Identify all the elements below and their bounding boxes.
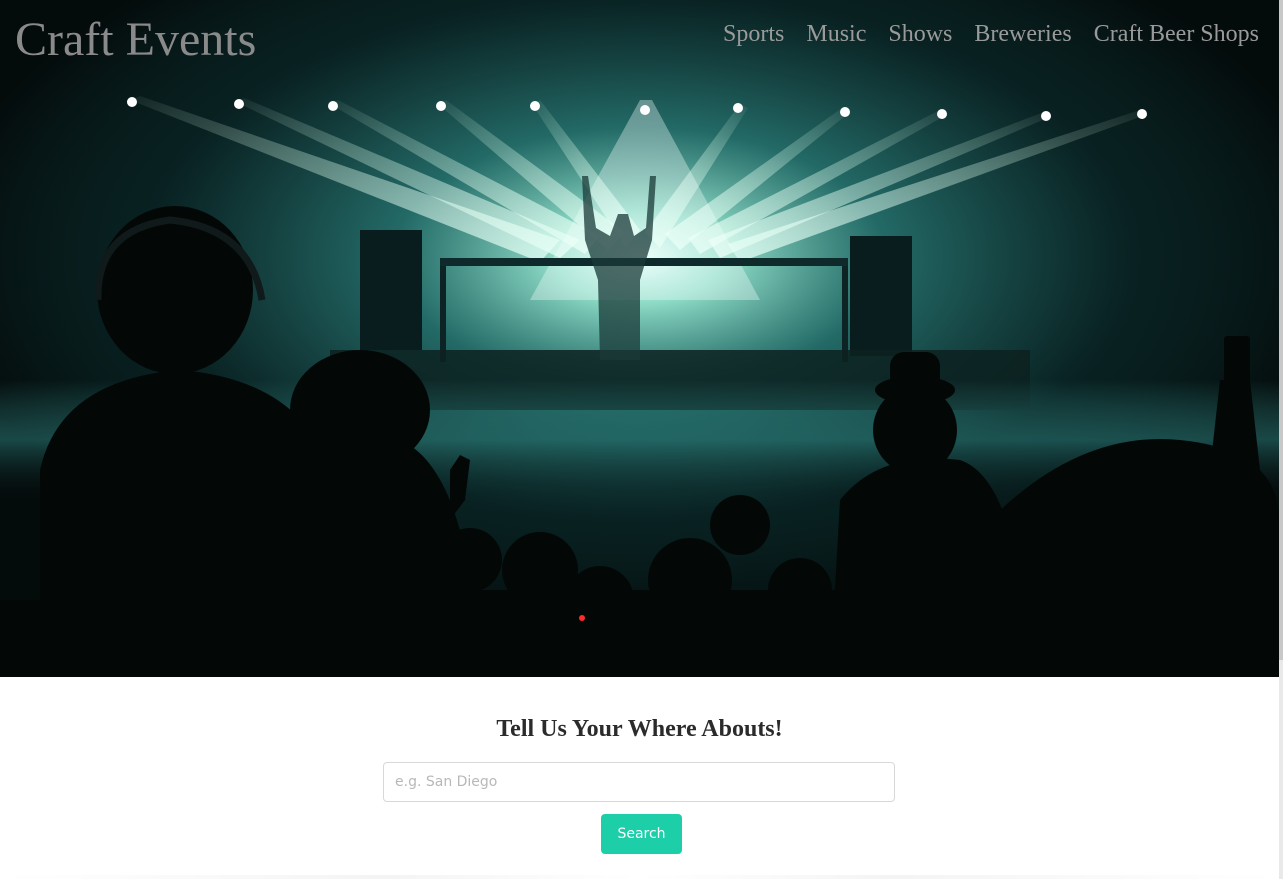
nav-link-breweries[interactable]: Breweries <box>974 22 1071 46</box>
nav-link-shows[interactable]: Shows <box>888 22 952 46</box>
location-search-input[interactable] <box>383 762 895 802</box>
site-logo[interactable]: Craft Events <box>15 16 256 64</box>
nav-link-craft-beer-shops[interactable]: Craft Beer Shops <box>1094 22 1259 46</box>
search-heading: Tell Us Your Where Abouts! <box>496 716 783 742</box>
red-light <box>579 615 585 621</box>
page: Craft Events Sports Music Shows Brewerie… <box>0 0 1283 879</box>
nav-link-music[interactable]: Music <box>806 22 866 46</box>
location-search-section: Tell Us Your Where Abouts! Search <box>0 677 1279 879</box>
search-button[interactable]: Search <box>601 814 682 854</box>
hero-banner: Craft Events Sports Music Shows Brewerie… <box>0 0 1279 677</box>
scrollbar-thumb[interactable] <box>1279 0 1283 660</box>
concert-photo <box>0 0 1279 677</box>
nav-link-sports[interactable]: Sports <box>723 22 784 46</box>
section-divider <box>0 875 1279 879</box>
main-nav: Sports Music Shows Breweries Craft Beer … <box>723 22 1259 46</box>
